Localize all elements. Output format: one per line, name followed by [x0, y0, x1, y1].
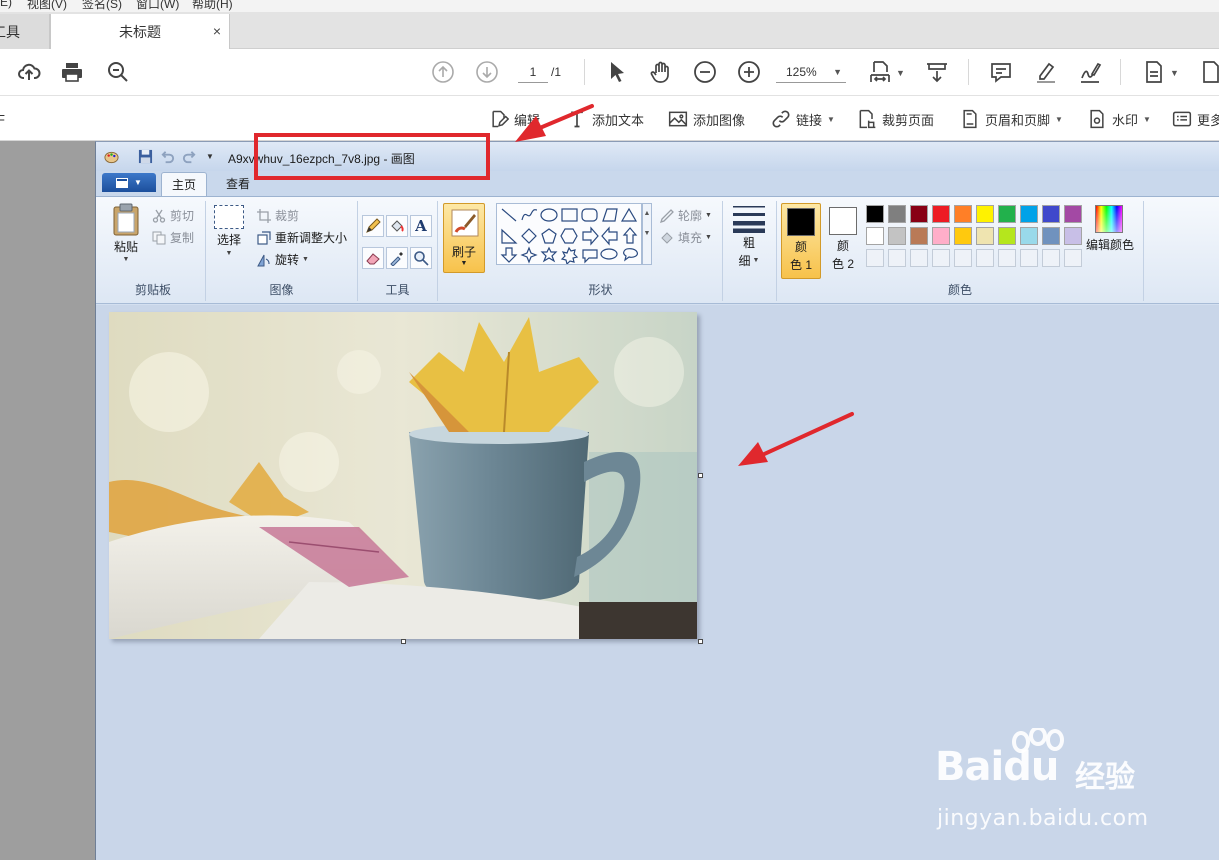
watermark-brand: Baidu	[935, 744, 1059, 790]
watermark-cn: 经验	[1075, 761, 1135, 794]
screen: (E) 视图(V) 签名(S) 窗口(W) 帮助(H) 工具 未标题 × 1 /…	[0, 0, 1219, 860]
baidu-jingyan-watermark: Baidu 经验 jingyan.baidu.com	[935, 728, 1185, 838]
watermark-url: jingyan.baidu.com	[937, 806, 1149, 831]
